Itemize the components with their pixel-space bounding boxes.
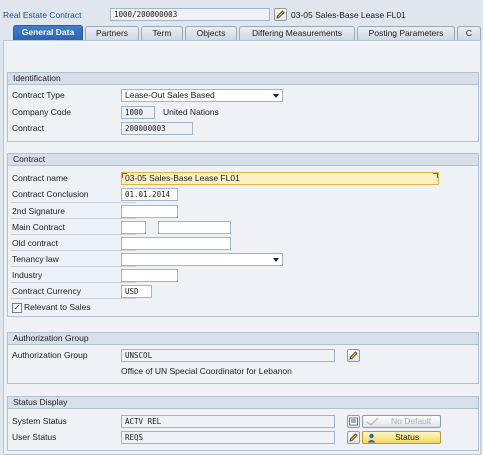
contract-currency-label: Contract Currency	[12, 286, 81, 296]
divider	[11, 266, 136, 267]
user-status-label: User Status	[12, 432, 57, 442]
old-contract-input[interactable]	[121, 237, 231, 250]
contract-id-label: Contract	[12, 123, 45, 133]
main-contract-input-2[interactable]	[158, 221, 231, 234]
user-icon	[367, 433, 376, 443]
user-status-field[interactable]: REQS	[121, 431, 335, 444]
edit-contract-button[interactable]	[274, 8, 287, 21]
tab-general-data[interactable]: General Data	[13, 25, 83, 41]
pencil-icon	[276, 10, 285, 19]
contract-header-label: Real Estate Contract	[3, 10, 82, 20]
contract-type-dropdown[interactable]: Lease-Out Sales Based	[121, 89, 283, 102]
contract-type-value: Lease-Out Sales Based	[125, 90, 215, 100]
tab-objects[interactable]: Objects	[185, 26, 237, 40]
industry-input[interactable]	[121, 269, 178, 282]
contract-number-field[interactable]: 1000/200000003	[110, 8, 270, 21]
authorization-group: Authorization Group Authorization Group …	[7, 332, 479, 384]
contract-group: Contract Contract name 03-05 Sales-Base …	[7, 153, 479, 317]
pencil-icon	[349, 433, 358, 442]
contract-header-description: 03-05 Sales-Base Lease FL01	[291, 10, 406, 20]
system-status-field[interactable]: ACTV REL	[121, 415, 335, 428]
tab-partners[interactable]: Partners	[85, 26, 139, 40]
relevant-to-sales-label: Relevant to Sales	[24, 302, 91, 312]
status-button[interactable]: Status	[362, 431, 441, 444]
company-code-name: United Nations	[163, 107, 219, 117]
authorization-group-field[interactable]: UNSCOL	[121, 349, 335, 362]
contract-conclusion-input[interactable]: 01.01.2014	[121, 188, 178, 201]
contract-name-label: Contract name	[12, 173, 68, 183]
identification-group: Identification Contract Type Lease-Out S…	[7, 72, 479, 142]
tab-more[interactable]: C	[457, 26, 481, 40]
set-default-icon	[366, 417, 379, 426]
pencil-icon	[349, 351, 358, 360]
identification-group-title: Identification	[8, 73, 478, 85]
status-overview-button[interactable]	[347, 415, 360, 428]
tab-differing-measurements[interactable]: Differing Measurements	[239, 26, 355, 40]
edit-user-status-button[interactable]	[347, 431, 360, 444]
system-status-label: System Status	[12, 416, 67, 426]
industry-label: Industry	[12, 270, 43, 280]
company-code-field[interactable]: 1000	[121, 106, 155, 119]
contract-conclusion-label: Contract Conclusion	[12, 189, 89, 199]
old-contract-label: Old contract	[12, 238, 58, 248]
edit-authorization-button[interactable]	[347, 349, 360, 362]
overview-icon	[349, 417, 358, 426]
divider	[11, 298, 136, 299]
status-button-label: Status	[395, 432, 420, 442]
authorization-group-label: Authorization Group	[12, 350, 88, 360]
main-contract-label: Main Contract	[12, 222, 65, 232]
relevant-to-sales-checkbox[interactable]: ✓	[12, 303, 22, 313]
contract-name-input[interactable]: 03-05 Sales-Base Lease FL01	[121, 172, 439, 185]
divider	[11, 218, 136, 219]
company-code-label: Company Code	[12, 107, 72, 117]
chevron-down-icon	[273, 94, 279, 98]
no-default-label: No Default	[391, 416, 432, 426]
status-group-title: Status Display	[8, 397, 478, 409]
divider	[11, 282, 136, 283]
tenancy-law-label: Tenancy law	[12, 254, 59, 264]
divider	[11, 250, 136, 251]
divider	[11, 202, 136, 203]
contract-type-label: Contract Type	[12, 90, 65, 100]
authorization-group-title: Authorization Group	[8, 333, 478, 345]
divider	[11, 234, 136, 235]
second-signature-input[interactable]	[121, 205, 178, 218]
chevron-down-icon	[273, 258, 279, 262]
contract-currency-input[interactable]: USD	[121, 285, 152, 298]
main-contract-input-1[interactable]	[121, 221, 146, 234]
contract-group-title: Contract	[8, 154, 478, 166]
status-group: Status Display System Status ACTV REL No…	[7, 396, 479, 451]
tab-posting-parameters[interactable]: Posting Parameters	[357, 26, 455, 40]
tab-strip: General Data Partners Term Objects Diffe…	[0, 25, 483, 41]
tab-term[interactable]: Term	[141, 26, 183, 40]
second-signature-label: 2nd Signature	[12, 206, 65, 216]
authorization-group-description: Office of UN Special Coordinator for Leb…	[121, 366, 292, 376]
contract-id-field[interactable]: 200000003	[121, 122, 193, 135]
tenancy-law-dropdown[interactable]	[121, 253, 283, 266]
no-default-button[interactable]: No Default	[362, 415, 441, 428]
